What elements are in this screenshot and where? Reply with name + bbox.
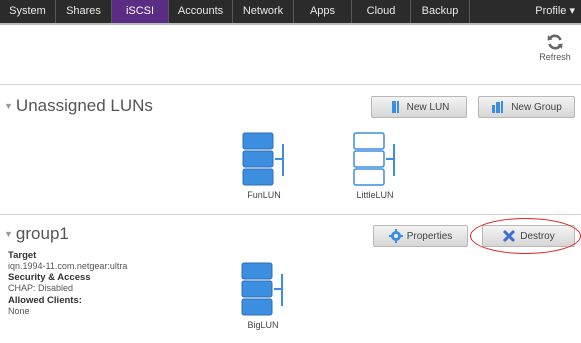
tab-apps[interactable]: Apps [294,0,352,23]
group-title: group1 [15,224,69,243]
collapse-caret-icon: ▼ [4,101,13,111]
new-group-icon [491,100,507,114]
refresh-icon [547,34,563,50]
properties-label: Properties [406,230,453,242]
properties-button[interactable]: Properties [373,225,468,247]
tab-backup[interactable]: Backup [411,0,470,23]
group-info: Target iqn.1994-11.com.netgear:ultra Sec… [8,250,128,317]
section-divider [0,214,581,215]
destroy-label: Destroy [520,230,555,242]
lun-label: FunLUN [247,190,281,200]
tab-network[interactable]: Network [233,0,294,23]
tab-cloud[interactable]: Cloud [352,0,411,23]
unassigned-luns-title: Unassigned LUNs [15,96,153,115]
lun-filled-icon [241,262,283,316]
lun-littlelun[interactable]: LittleLUN [345,132,405,200]
tab-shares[interactable]: Shares [56,0,112,23]
lun-biglun[interactable]: BigLUN [233,262,293,330]
new-lun-icon [389,100,403,114]
security-label: Security & Access [8,272,91,283]
target-value: iqn.1994-11.com.netgear:ultra [8,261,128,271]
clients-label: Allowed Clients: [8,295,82,306]
toolbar-divider [0,23,581,25]
new-group-button[interactable]: New Group [478,96,575,118]
tab-system[interactable]: System [0,0,56,23]
gear-icon [388,229,403,243]
target-label: Target [8,250,37,261]
refresh-button[interactable]: Refresh [537,33,573,62]
refresh-label: Refresh [539,52,571,62]
lun-empty-icon [353,132,395,186]
lun-funlun[interactable]: FunLUN [234,132,294,200]
section-divider [0,84,581,85]
destroy-button[interactable]: Destroy [482,225,575,247]
new-lun-label: New LUN [406,101,450,113]
new-lun-button[interactable]: New LUN [371,96,467,118]
lun-label: LittleLUN [356,190,394,200]
lun-label: BigLUN [247,320,279,330]
close-icon [502,229,516,243]
clients-value: None [8,306,30,316]
collapse-caret-icon: ▼ [4,229,13,239]
unassigned-luns-header[interactable]: ▼ Unassigned LUNs [4,96,153,116]
tab-profile[interactable]: Profile ▾ [470,0,581,23]
security-value: CHAP: Disabled [8,283,74,293]
group-header[interactable]: ▼ group1 [4,224,69,244]
lun-filled-icon [242,132,284,186]
tab-accounts[interactable]: Accounts [169,0,233,23]
new-group-label: New Group [511,101,562,113]
tab-iscsi[interactable]: iSCSI [112,0,169,23]
top-navigation: System Shares iSCSI Accounts Network App… [0,0,581,23]
